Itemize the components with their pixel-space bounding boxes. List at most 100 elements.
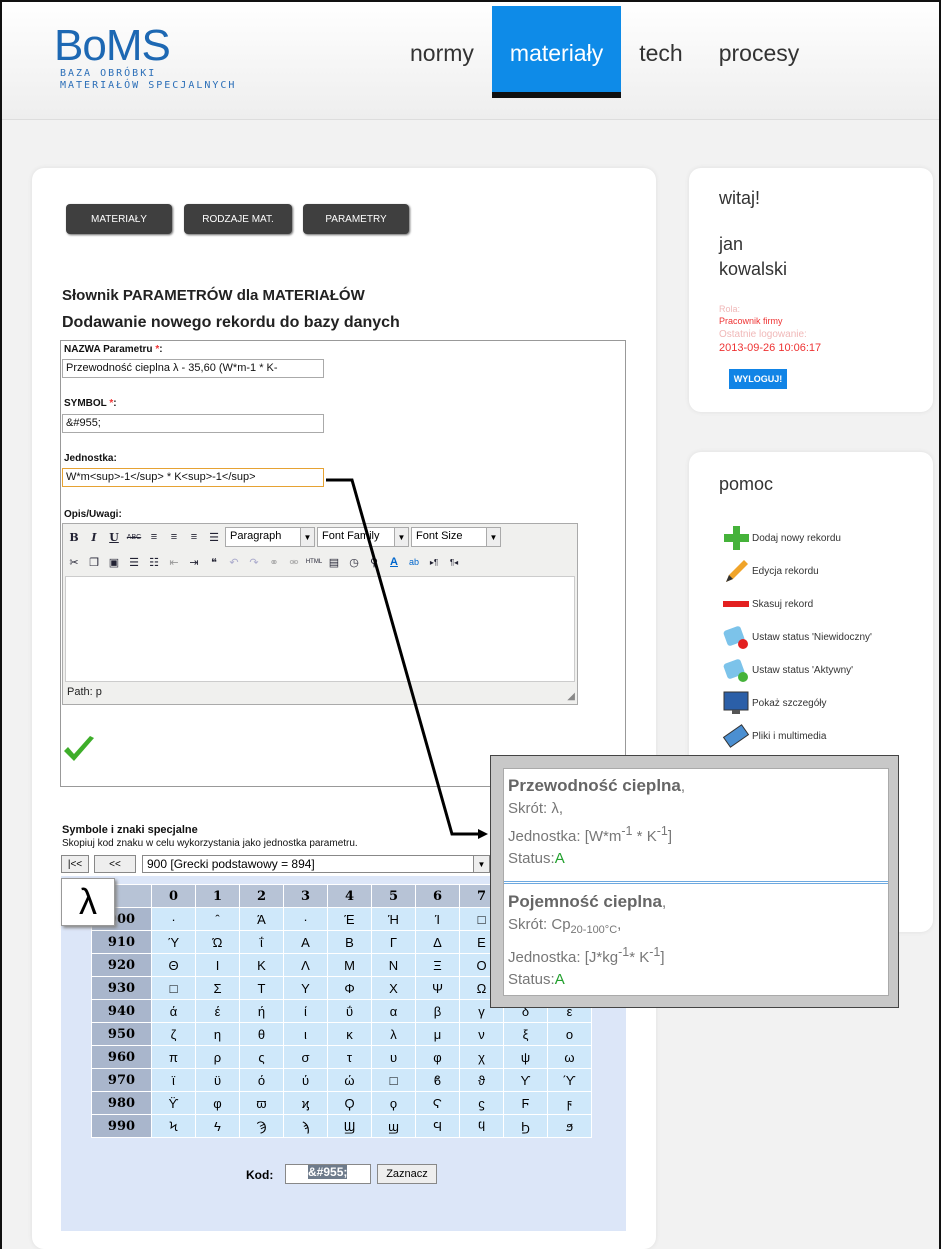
help-item-status-active[interactable]: Ustaw status 'Aktywny'	[720, 657, 853, 683]
char-cell[interactable]: Δ	[415, 930, 460, 954]
char-cell[interactable]: Ώ	[195, 930, 240, 954]
charset-select[interactable]: 900 [Grecki podstawowy = 894] ▼	[142, 855, 490, 873]
cut-icon[interactable]: ✂	[65, 553, 83, 571]
char-cell[interactable]: ϐ	[415, 1068, 460, 1092]
editor-content-area[interactable]	[65, 576, 575, 682]
char-cell[interactable]: α	[371, 999, 416, 1023]
underline-icon[interactable]: U	[105, 528, 123, 546]
help-item-add[interactable]: Dodaj nowy rekordu	[720, 525, 841, 551]
char-cell[interactable]: Θ	[151, 953, 196, 977]
char-cell[interactable]: ώ	[327, 1068, 372, 1092]
char-cell[interactable]: Φ	[327, 976, 372, 1000]
char-cell[interactable]: ρ	[195, 1045, 240, 1069]
nav-normy[interactable]: normy	[392, 6, 492, 98]
char-cell[interactable]: ξ	[503, 1022, 548, 1046]
char-cell[interactable]: ϓ	[547, 1068, 592, 1092]
checkmark-icon[interactable]	[62, 735, 96, 765]
logo[interactable]: BoMS BAZA OBRÓBKI MATERIAŁÓW SPECJALNYCH	[54, 24, 236, 92]
char-cell[interactable]: φ	[195, 1091, 240, 1115]
char-cell[interactable]: ι	[283, 1022, 328, 1046]
char-cell[interactable]: Ί	[415, 907, 460, 931]
char-cell[interactable]: Ι	[195, 953, 240, 977]
char-cell[interactable]: ˆ	[195, 907, 240, 931]
unit-input[interactable]: W*m<sup>-1</sup> * K<sup>-1</sup>	[62, 468, 324, 487]
tab-rodzaje-mat[interactable]: RODZAJE MAT.	[184, 204, 292, 234]
char-cell[interactable]: χ	[459, 1045, 504, 1069]
text-color-icon[interactable]: A	[385, 553, 403, 571]
char-cell[interactable]: λ	[371, 1022, 416, 1046]
prev-page-button[interactable]: <<	[94, 855, 136, 873]
first-page-button[interactable]: |<<	[61, 855, 89, 873]
char-cell[interactable]: ψ	[503, 1045, 548, 1069]
char-cell[interactable]: ϧ	[547, 1114, 592, 1138]
char-cell[interactable]: Β	[327, 930, 372, 954]
char-cell[interactable]: Μ	[327, 953, 372, 977]
char-cell[interactable]: Κ	[239, 953, 284, 977]
blockquote-icon[interactable]: ❝	[205, 553, 223, 571]
char-cell[interactable]: ό	[239, 1068, 284, 1092]
char-cell[interactable]: υ	[371, 1045, 416, 1069]
logout-button[interactable]: WYLOGUJ!	[729, 369, 787, 389]
char-cell[interactable]: ·	[151, 907, 196, 931]
help-item-files[interactable]: Pliki i multimedia	[720, 723, 826, 749]
bullet-list-icon[interactable]: ☰	[125, 553, 143, 571]
char-cell[interactable]: ύ	[283, 1068, 328, 1092]
char-cell[interactable]: ζ	[151, 1022, 196, 1046]
char-cell[interactable]: τ	[327, 1045, 372, 1069]
paste-icon[interactable]: ▣	[105, 553, 123, 571]
clock-icon[interactable]: ◷	[345, 553, 363, 571]
char-cell[interactable]: Έ	[327, 907, 372, 931]
char-cell[interactable]: □	[151, 976, 196, 1000]
kod-input[interactable]: &#955;	[285, 1164, 371, 1184]
char-cell[interactable]: ·	[283, 907, 328, 931]
numbered-list-icon[interactable]: ☷	[145, 553, 163, 571]
record-item[interactable]: Przewodność cieplna, Skrót: λ, Jednostka…	[508, 775, 888, 870]
find-icon[interactable]: ⚲	[365, 553, 383, 571]
help-item-status-hidden[interactable]: Ustaw status 'Niewidoczny'	[720, 624, 872, 650]
font-size-select[interactable]: Font Size ▼	[411, 527, 501, 547]
char-cell[interactable]: Ϡ	[239, 1114, 284, 1138]
tab-materialy[interactable]: MATERIAŁY	[66, 204, 172, 234]
char-cell[interactable]: β	[415, 999, 460, 1023]
select-code-button[interactable]: Zaznacz	[377, 1164, 437, 1184]
char-cell[interactable]: Χ	[371, 976, 416, 1000]
char-cell[interactable]: φ	[415, 1045, 460, 1069]
char-cell[interactable]: ς	[239, 1045, 284, 1069]
char-cell[interactable]: ϋ	[195, 1068, 240, 1092]
help-item-edit[interactable]: Edycja rekordu	[720, 558, 819, 584]
highlight-color-icon[interactable]: ab	[405, 553, 423, 571]
nav-materialy[interactable]: materiały	[491, 6, 622, 98]
char-cell[interactable]: Ά	[239, 907, 284, 931]
char-cell[interactable]: Ϟ	[151, 1114, 196, 1138]
unlink-icon[interactable]: ⚮	[285, 553, 303, 571]
char-cell[interactable]: ϝ	[547, 1091, 592, 1115]
char-cell[interactable]: Ϙ	[327, 1091, 372, 1115]
rtl-icon[interactable]: ¶◂	[445, 553, 463, 571]
align-justify-icon[interactable]: ☰	[205, 528, 223, 546]
char-cell[interactable]: ϛ	[459, 1091, 504, 1115]
record-item[interactable]: Pojemność cieplna, Skrót: Cp20-100°C, Je…	[508, 891, 888, 991]
char-cell[interactable]: Λ	[283, 953, 328, 977]
char-cell[interactable]: ϒ	[503, 1068, 548, 1092]
nav-procesy[interactable]: procesy	[701, 6, 818, 98]
align-center-icon[interactable]: ≡	[165, 528, 183, 546]
char-cell[interactable]: ϟ	[195, 1114, 240, 1138]
outdent-icon[interactable]: ⇤	[165, 553, 183, 571]
char-cell[interactable]: Ψ	[415, 976, 460, 1000]
char-cell[interactable]: ϗ	[283, 1091, 328, 1115]
char-cell[interactable]: ϡ	[283, 1114, 328, 1138]
char-cell[interactable]: κ	[327, 1022, 372, 1046]
tab-parametry[interactable]: PARAMETRY	[303, 204, 409, 234]
char-cell[interactable]: ά	[151, 999, 196, 1023]
char-cell[interactable]: Ή	[371, 907, 416, 931]
indent-icon[interactable]: ⇥	[185, 553, 203, 571]
help-item-details[interactable]: Pokaż szczegóły	[720, 690, 826, 716]
char-cell[interactable]: ΰ	[327, 999, 372, 1023]
link-icon[interactable]: ⚭	[265, 553, 283, 571]
char-cell[interactable]: Ξ	[415, 953, 460, 977]
bold-icon[interactable]: B	[65, 528, 83, 546]
char-cell[interactable]: Γ	[371, 930, 416, 954]
char-cell[interactable]: ή	[239, 999, 284, 1023]
char-cell[interactable]: σ	[283, 1045, 328, 1069]
html-icon[interactable]: HTML	[305, 553, 323, 571]
